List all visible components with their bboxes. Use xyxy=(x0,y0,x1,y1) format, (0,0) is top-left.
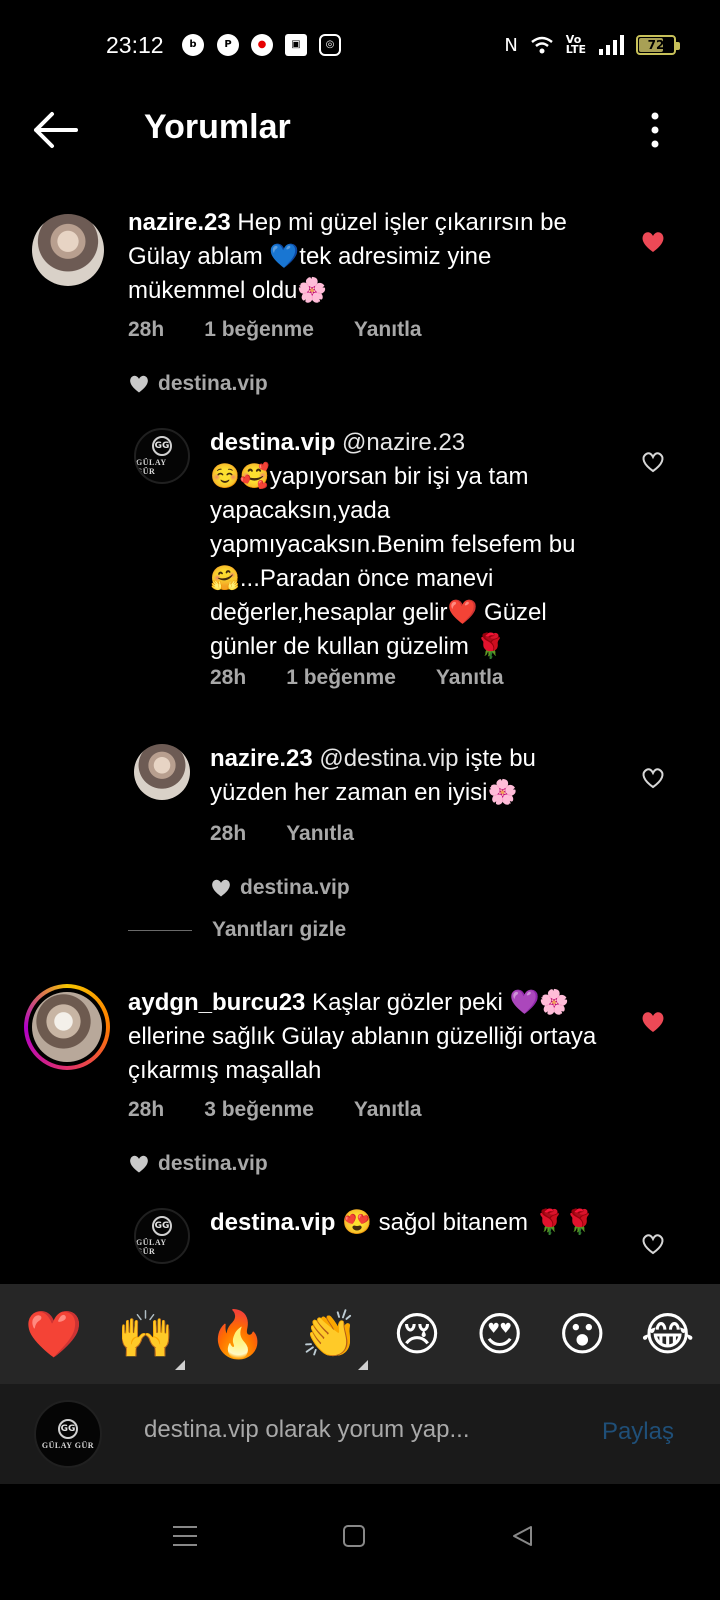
reply-button[interactable]: Yanıtla xyxy=(354,1098,422,1122)
skin-tone-indicator xyxy=(358,1359,369,1370)
pinterest-icon: P xyxy=(217,34,239,56)
liked-heart-icon[interactable] xyxy=(640,1010,666,1034)
logo-name: GÜLAY GÜR xyxy=(136,1238,167,1256)
emoji-glyph: 👏 xyxy=(301,1306,359,1361)
liked-heart-icon[interactable] xyxy=(640,230,666,254)
emoji-surprised[interactable]: 😮 xyxy=(558,1307,606,1361)
nfc-icon: N xyxy=(504,34,518,56)
battery-level: 72 xyxy=(647,38,665,52)
heart-icon[interactable] xyxy=(640,450,666,474)
reply-button[interactable]: Yanıtla xyxy=(286,822,354,846)
battery-tip xyxy=(676,42,680,50)
story-ring-inner xyxy=(28,988,106,1066)
bip-icon: b xyxy=(182,34,204,56)
volte-icon: Vo LTE xyxy=(565,33,586,56)
author-heart-icon xyxy=(212,879,230,897)
comment-time: 28h xyxy=(128,1098,165,1121)
header: Yorumlar xyxy=(0,92,720,172)
skin-tone-indicator xyxy=(174,1359,185,1370)
share-button[interactable]: Paylaş xyxy=(602,1418,674,1446)
emoji-clap[interactable]: 👏 xyxy=(301,1306,369,1370)
emoji-bar: ❤️ 🙌 🔥 👏 😢 😍 😮 😂 xyxy=(0,1284,720,1384)
liked-by-name: destina.vip xyxy=(158,372,268,395)
comment-input-bar: GG GÜLAY GÜR destina.vip olarak yorum ya… xyxy=(0,1384,720,1484)
comment-meta: 28h 3 beğenme Yanıtla xyxy=(128,1098,422,1122)
avatar[interactable]: GG GÜLAY GÜR xyxy=(134,428,190,484)
reply-button[interactable]: Yanıtla xyxy=(354,318,422,342)
comment-text: nazire.23 Hep mi güzel işler çıkarırsın … xyxy=(128,206,608,308)
comment-username[interactable]: aydgn_burcu23 xyxy=(128,989,305,1016)
story-ring-avatar[interactable] xyxy=(24,984,110,1070)
comment-text: nazire.23 @destina.vip işte bu yüzden he… xyxy=(210,742,610,810)
status-bar: 23:12 b P ● ▣ ◎ N Vo LTE 72 xyxy=(0,0,720,92)
logo-mark: GG xyxy=(58,1418,78,1439)
avatar[interactable] xyxy=(32,214,104,286)
back-triangle-icon[interactable] xyxy=(510,1524,534,1548)
heart-icon[interactable] xyxy=(640,766,666,790)
emoji-glyph: 🙌 xyxy=(117,1306,175,1361)
emoji-fire[interactable]: 🔥 xyxy=(209,1307,266,1362)
liked-by-name: destina.vip xyxy=(158,1152,268,1175)
avatar xyxy=(32,992,102,1062)
like-count[interactable]: 1 beğenme xyxy=(286,666,396,690)
reply-button[interactable]: Yanıtla xyxy=(436,666,504,690)
heart-icon[interactable] xyxy=(640,1232,666,1256)
cube-icon: ▣ xyxy=(285,34,307,56)
logo-name: GÜLAY GÜR xyxy=(136,458,167,476)
like-count[interactable]: 1 beğenme xyxy=(204,318,314,342)
comment-text: aydgn_burcu23 Kaşlar gözler peki 💜🌸 elle… xyxy=(128,986,622,1088)
comment-mention[interactable]: @nazire.23 xyxy=(335,429,465,456)
comment-username[interactable]: nazire.23 xyxy=(128,209,231,236)
hide-replies-line xyxy=(128,929,192,931)
comment-body: ☺️🥰yapıyorsan bir işi ya tam yapacaksın,… xyxy=(210,463,576,660)
emoji-raised-hands[interactable]: 🙌 xyxy=(117,1306,185,1370)
wifi-icon xyxy=(531,36,553,54)
comment-time: 28h xyxy=(128,318,165,341)
comment-username[interactable]: destina.vip xyxy=(210,1209,335,1236)
comment-time: 28h xyxy=(210,822,247,845)
logo-mark: GG xyxy=(152,436,172,456)
emoji-crying[interactable]: 😢 xyxy=(393,1307,441,1361)
page-title: Yorumlar xyxy=(144,108,291,146)
comment-username[interactable]: destina.vip xyxy=(210,429,335,456)
comment-body: 😍 sağol bitanem 🌹🌹 xyxy=(335,1209,595,1236)
liked-by-name: destina.vip xyxy=(240,876,350,899)
status-time: 23:12 xyxy=(106,32,164,58)
emoji-heart[interactable]: ❤️ xyxy=(25,1307,82,1362)
current-user-avatar: GG GÜLAY GÜR xyxy=(34,1400,102,1468)
comment-input[interactable]: destina.vip olarak yorum yap... xyxy=(144,1416,470,1444)
emoji-heart-eyes[interactable]: 😍 xyxy=(476,1307,524,1361)
battery-icon: 72 xyxy=(636,35,680,55)
comment-meta: 28h 1 beğenme Yanıtla xyxy=(128,318,422,342)
author-heart-icon xyxy=(130,375,148,393)
system-nav-bar xyxy=(0,1484,720,1600)
liked-by-author: destina.vip xyxy=(210,876,350,900)
liked-by-author: destina.vip xyxy=(128,372,268,396)
avatar[interactable]: GG GÜLAY GÜR xyxy=(134,1208,190,1264)
like-count[interactable]: 3 beğenme xyxy=(204,1098,314,1122)
comment-text: destina.vip 😍 sağol bitanem 🌹🌹 xyxy=(210,1206,610,1240)
home-square-icon[interactable] xyxy=(342,1524,366,1548)
signal-icon xyxy=(599,35,624,55)
logo-mark: GG xyxy=(152,1216,172,1236)
back-arrow-icon[interactable] xyxy=(30,110,80,150)
instagram-icon: ◎ xyxy=(319,34,341,56)
author-heart-icon xyxy=(130,1155,148,1173)
menu-icon[interactable] xyxy=(172,1524,198,1548)
more-vertical-icon[interactable] xyxy=(650,110,660,150)
liked-by-author: destina.vip xyxy=(128,1152,268,1176)
comment-meta: 28h 1 beğenme Yanıtla xyxy=(210,666,504,690)
status-right: N Vo LTE 72 xyxy=(504,32,680,58)
comment-text: destina.vip @nazire.23 ☺️🥰yapıyorsan bir… xyxy=(210,426,610,664)
avatar[interactable] xyxy=(134,744,190,800)
logo-name: GÜLAY GÜR xyxy=(41,1440,95,1450)
comment-meta: 28h Yanıtla xyxy=(210,822,354,846)
vodafone-icon: ● xyxy=(251,34,273,56)
comment-mention[interactable]: @destina.vip xyxy=(313,745,458,772)
comment-username[interactable]: nazire.23 xyxy=(210,745,313,772)
hide-replies-button[interactable]: Yanıtları gizle xyxy=(128,918,346,942)
emoji-laughing[interactable]: 😂 xyxy=(641,1307,695,1361)
comment-time: 28h xyxy=(210,666,247,689)
hide-replies-label: Yanıtları gizle xyxy=(212,918,347,941)
